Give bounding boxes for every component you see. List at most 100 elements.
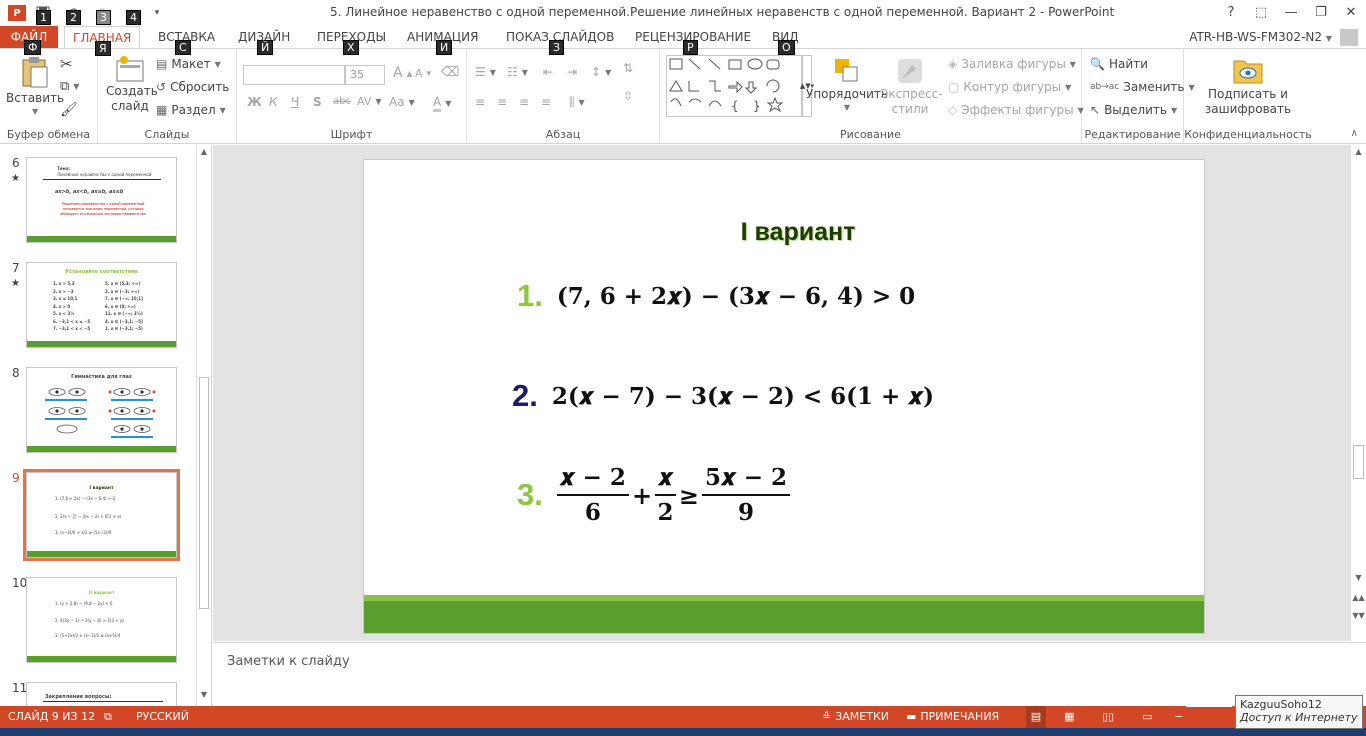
scroll-thumb[interactable]	[1353, 445, 1364, 479]
customize-qat-icon[interactable]: ▾	[150, 3, 164, 23]
tab-review[interactable]: РЕЦЕНЗИРОВАНИЕ Р	[627, 26, 759, 55]
increase-indent-icon[interactable]: ⇥	[567, 65, 577, 79]
text-direction-icon[interactable]: ⇅	[623, 61, 633, 75]
start-slideshow-icon[interactable]: ▭ 4	[120, 3, 146, 25]
align-left-icon[interactable]: ≡	[475, 95, 485, 109]
strikethrough-button[interactable]: abc	[333, 96, 351, 107]
reading-view-icon[interactable]: ▯▯	[1102, 706, 1114, 728]
thumb-slide-7[interactable]: Установите соответствие 1. x > 5,3 2. x >…	[26, 262, 177, 348]
next-slide-icon[interactable]: ▼▼	[1351, 611, 1366, 625]
replace-button[interactable]: ab→ac Заменить ▼	[1090, 80, 1195, 94]
notes-pane[interactable]: Заметки к слайду	[213, 642, 1366, 706]
line-spacing-icon[interactable]: ↕ ▼	[591, 65, 611, 79]
shapes-gallery[interactable]: {}	[666, 55, 802, 117]
thumb-slide-11[interactable]: Закрепление вопросы:	[26, 682, 177, 706]
problem-2[interactable]: 2. 𝟐(𝒙 − 𝟕) − 𝟑(𝒙 − 𝟐) < 𝟔(𝟏 + 𝒙)	[512, 378, 934, 414]
font-color-button[interactable]: A ▼	[433, 95, 451, 112]
bold-button[interactable]: Ж	[247, 95, 262, 109]
character-spacing-button[interactable]: AV ▼	[357, 95, 382, 108]
slide-sorter-icon[interactable]: ▦	[1064, 706, 1074, 728]
shape-effects-button[interactable]: ◇ Эффекты фигуры ▼	[948, 103, 1084, 117]
copy-icon[interactable]: ⧉ ▼	[60, 79, 79, 94]
align-text-icon[interactable]: ⇳	[623, 89, 633, 103]
tab-design[interactable]: ДИЗАЙН Й	[230, 26, 298, 55]
window-title: 5. Линейное неравенство с одной переменн…	[330, 5, 1115, 19]
arrange-button[interactable]: Упорядочить ▼	[806, 57, 888, 112]
tab-animations[interactable]: АНИМАЦИЯ И	[399, 26, 486, 55]
zoom-slider[interactable]	[1186, 706, 1232, 707]
undo-icon[interactable]: ↶ 2	[60, 3, 86, 25]
comments-toggle[interactable]: ▬ ПРИМЕЧАНИЯ	[906, 706, 999, 728]
thumb-slide-6[interactable]: Тема: Линейные неравенства с одной перем…	[26, 157, 177, 243]
shape-fill-button[interactable]: ◈ Заливка фигуры ▼	[948, 57, 1076, 71]
numbering-icon[interactable]: ☷ ▼	[507, 65, 528, 79]
normal-view-icon[interactable]: ▤	[1026, 706, 1046, 728]
paste-button[interactable]: Вставить ▼	[6, 55, 64, 116]
ribbon-display-options-icon[interactable]: ⬚	[1246, 0, 1276, 24]
close-button[interactable]: ✕	[1336, 0, 1366, 24]
italic-button[interactable]: К	[269, 95, 278, 109]
shadow-button[interactable]: S	[313, 95, 322, 109]
collapse-ribbon-icon[interactable]: ∧	[1351, 128, 1358, 139]
font-name-combo[interactable]	[243, 65, 345, 85]
slide-counter[interactable]: СЛАЙД 9 ИЗ 12	[8, 706, 95, 728]
scroll-down-arrow-icon[interactable]: ▼	[197, 690, 211, 704]
bullets-icon[interactable]: ☰ ▼	[475, 65, 496, 79]
select-button[interactable]: ↖ Выделить ▼	[1090, 103, 1177, 117]
zoom-out-icon[interactable]: −	[1174, 706, 1183, 728]
restore-button[interactable]: ❐	[1306, 0, 1336, 24]
align-center-icon[interactable]: ≡	[497, 95, 507, 109]
account-name[interactable]: ATR-HB-WS-FM302-N2 ▼	[1189, 26, 1332, 50]
help-button[interactable]: ?	[1216, 0, 1246, 24]
clear-formatting-icon[interactable]: ⌫	[441, 65, 459, 80]
scroll-thumb[interactable]	[199, 377, 209, 609]
grow-font-button[interactable]: A ▴	[393, 65, 412, 81]
tab-view[interactable]: ВИД О	[764, 26, 807, 55]
shrink-font-button[interactable]: A ▾	[415, 67, 431, 80]
font-size-combo[interactable]: 35	[345, 65, 385, 85]
decrease-indent-icon[interactable]: ⇤	[543, 65, 553, 79]
change-case-button[interactable]: Aa ▼	[389, 95, 415, 109]
sign-encrypt-button[interactable]: Подписать и зашифровать	[1198, 55, 1298, 117]
slideshow-view-icon[interactable]: ▭	[1142, 706, 1152, 728]
language-indicator[interactable]: РУССКИЙ	[136, 706, 189, 728]
cut-icon[interactable]: ✂	[60, 55, 73, 73]
scroll-down-arrow-icon[interactable]: ▼	[1351, 573, 1366, 587]
thumbnails-scrollbar[interactable]: ▲ ▼	[196, 145, 211, 706]
underline-button[interactable]: Ч	[291, 95, 299, 109]
tab-transitions[interactable]: ПЕРЕХОДЫ Х	[309, 26, 394, 55]
tab-file[interactable]: ФАЙЛ Ф	[0, 26, 58, 55]
slide-scrollbar[interactable]: ▲ ▼ ▲▲ ▼▼	[1350, 145, 1366, 641]
minimize-button[interactable]: —	[1276, 0, 1306, 24]
redo-icon[interactable]: ↷ 3	[90, 3, 116, 25]
format-painter-icon[interactable]: 🖌	[60, 102, 78, 118]
find-button[interactable]: 🔍 Найти	[1090, 57, 1148, 71]
tab-slideshow[interactable]: ПОКАЗ СЛАЙДОВ З	[498, 26, 622, 55]
problem-1[interactable]: 1. (𝟕, 𝟔 + 𝟐𝒙) − (𝟑𝒙 − 𝟔, 𝟒) > 𝟎	[517, 278, 915, 314]
notes-toggle[interactable]: ≙ ЗАМЕТКИ	[822, 706, 889, 728]
slide-title[interactable]: I вариант	[364, 218, 1204, 247]
columns-icon[interactable]: ⫼ ▼	[569, 95, 585, 110]
layout-button[interactable]: ▤ Макет ▼	[156, 57, 221, 71]
scroll-up-arrow-icon[interactable]: ▲	[1351, 147, 1366, 161]
problem-3[interactable]: 3. 𝒙 − 𝟐𝟔 + 𝒙𝟐 ≥ 𝟓𝒙 − 𝟐𝟗	[517, 464, 791, 526]
shape-outline-button[interactable]: ▢ Контур фигуры ▼	[948, 80, 1071, 94]
new-slide-button[interactable]: Создать слайд	[106, 55, 158, 114]
avatar[interactable]	[1340, 29, 1358, 46]
justify-icon[interactable]: ≡	[541, 95, 551, 109]
previous-slide-icon[interactable]: ▲▲	[1351, 593, 1366, 607]
align-right-icon[interactable]: ≡	[519, 95, 529, 109]
thumb-slide-9[interactable]: I вариант 1. (7,6 + 2x) − (3x − 6,4) > 0…	[26, 472, 177, 558]
thumb-slide-8[interactable]: Гимнастика для глаз	[26, 367, 177, 453]
tab-insert[interactable]: ВСТАВКА С	[150, 26, 223, 55]
save-icon[interactable]: 1	[30, 3, 56, 25]
spelling-check-icon[interactable]: ⧉	[104, 706, 112, 728]
reset-button[interactable]: ↺ Сбросить	[156, 80, 229, 94]
current-slide[interactable]: I вариант 1. (𝟕, 𝟔 + 𝟐𝒙) − (𝟑𝒙 − 𝟔, 𝟒) >…	[363, 159, 1205, 634]
tab-home[interactable]: ГЛАВНАЯ Я	[64, 26, 141, 56]
thumb-slide-10[interactable]: II вариант 1. (y + 2,8) − (9,8 − 2y) < 0…	[26, 577, 177, 663]
quick-styles-button[interactable]: Экспресс-стили	[880, 57, 943, 117]
scroll-up-arrow-icon[interactable]: ▲	[197, 147, 211, 161]
app-icon[interactable]: P	[8, 5, 26, 21]
section-button[interactable]: ▦ Раздел ▼	[156, 103, 226, 117]
